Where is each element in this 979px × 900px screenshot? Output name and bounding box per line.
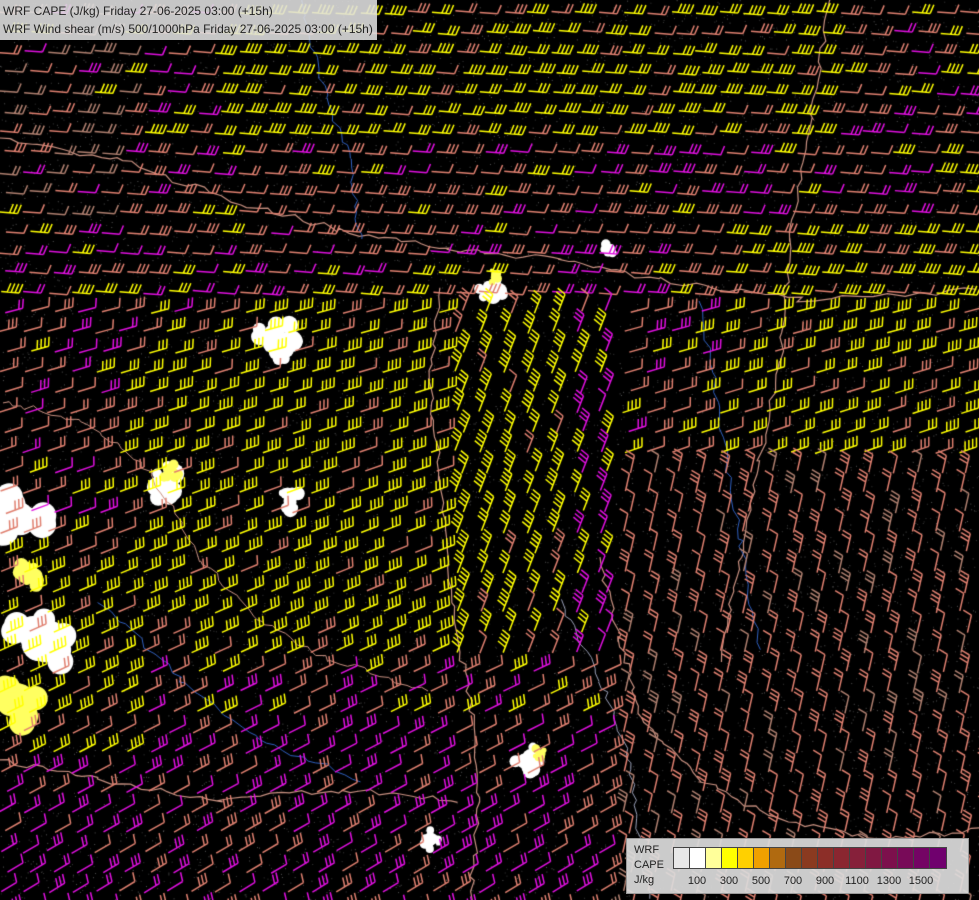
legend-tick-label: 700 [783, 875, 803, 887]
cape-legend: WRF CAPE J/kg 100 300 500 700 900 1100 1300 150… [626, 838, 969, 894]
legend-swatch [722, 848, 738, 868]
legend-swatch [706, 848, 722, 868]
wind-shear-title: WRF Wind shear (m/s) 500/1000hPa Friday … [3, 22, 373, 36]
cape-title: WRF CAPE (J/kg) Friday 27-06-2025 03:00 … [3, 4, 273, 18]
legend-swatch [930, 848, 946, 868]
legend-swatch [850, 848, 866, 868]
legend-tick-label: 900 [815, 875, 835, 887]
legend-tick-label: 100 [687, 875, 707, 887]
legend-swatch [914, 848, 930, 868]
legend-tick-label: 1100 [845, 875, 869, 887]
legend-tick-label: 1300 [876, 875, 902, 887]
legend-label-variable: CAPE [634, 859, 664, 871]
legend-swatch [674, 848, 690, 868]
legend-swatch [866, 848, 882, 868]
legend-swatch [738, 848, 754, 868]
legend-color-scale [673, 847, 947, 869]
legend-swatch [834, 848, 850, 868]
legend-tick-label: 1500 [908, 875, 934, 887]
legend-swatch [818, 848, 834, 868]
map-title-box: WRF CAPE (J/kg) Friday 27-06-2025 03:00 … [0, 0, 377, 40]
legend-swatch [898, 848, 914, 868]
legend-swatch [754, 848, 770, 868]
legend-swatch [802, 848, 818, 868]
legend-swatch [786, 848, 802, 868]
legend-swatch [770, 848, 786, 868]
legend-label-model: WRF [634, 844, 660, 856]
legend-tick-label: 300 [719, 875, 739, 887]
legend-swatch [690, 848, 706, 868]
legend-swatch [882, 848, 898, 868]
weather-map [0, 0, 979, 900]
legend-label-unit: J/kg [634, 874, 655, 886]
legend-tick-label: 500 [751, 875, 771, 887]
